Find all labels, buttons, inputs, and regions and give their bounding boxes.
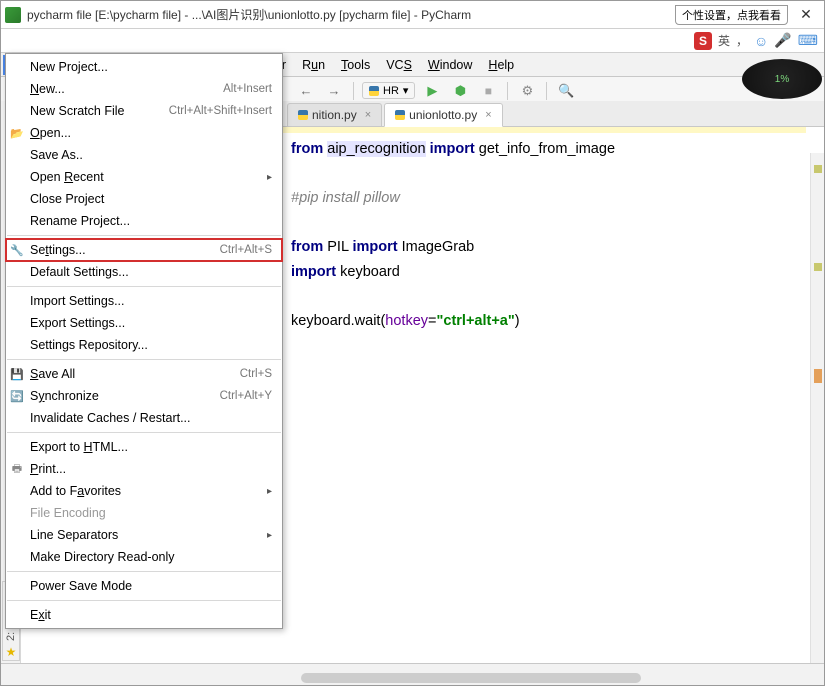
close-button[interactable]: ✕ xyxy=(792,5,820,25)
stop-button[interactable]: ■ xyxy=(477,80,499,102)
pycharm-icon xyxy=(5,7,21,23)
menu-help[interactable]: Help xyxy=(480,55,522,75)
mic-icon[interactable]: 🎤 xyxy=(774,32,791,49)
print-icon: 🖶 xyxy=(10,460,24,479)
python-icon xyxy=(298,110,308,120)
menu-synchronize[interactable]: 🔄SynchronizeCtrl+Alt+Y xyxy=(6,385,282,407)
ime-tray: S 英 ， ☺ 🎤 ⌨ xyxy=(1,29,824,53)
tab-unionlotto[interactable]: unionlotto.py× xyxy=(384,103,503,127)
menu-export-settings[interactable]: Export Settings... xyxy=(6,312,282,334)
menu-save-all[interactable]: 💾Save AllCtrl+S xyxy=(6,363,282,385)
menu-file-encoding: File Encoding xyxy=(6,502,282,524)
menu-close-project[interactable]: Close Project xyxy=(6,188,282,210)
close-icon[interactable]: × xyxy=(485,109,491,121)
menu-exit[interactable]: Exit xyxy=(6,604,282,626)
ime-lang[interactable]: 英 xyxy=(718,32,730,49)
settings-gear-icon[interactable]: ⚙ xyxy=(516,80,538,102)
warning-marker[interactable] xyxy=(814,263,822,271)
menu-run[interactable]: Run xyxy=(294,55,333,75)
folder-open-icon: 📂 xyxy=(10,127,24,140)
run-button[interactable]: ▶ xyxy=(421,80,443,102)
marker-bar[interactable] xyxy=(810,153,824,663)
menu-tools[interactable]: Tools xyxy=(333,55,378,75)
nav-back-button[interactable]: ← xyxy=(295,80,317,102)
window-title: pycharm file [E:\pycharm file] - ...\AI图… xyxy=(27,6,675,23)
menu-import-settings[interactable]: Import Settings... xyxy=(6,290,282,312)
sogou-ime-icon[interactable]: S xyxy=(694,32,712,50)
debug-button[interactable]: ⬢ xyxy=(449,80,471,102)
menu-print[interactable]: 🖶Print... xyxy=(6,458,282,480)
menu-export-html[interactable]: Export to HTML... xyxy=(6,436,282,458)
python-icon xyxy=(395,110,405,120)
menu-open-recent[interactable]: Open Recent▸ xyxy=(6,166,282,188)
search-icon[interactable]: 🔍 xyxy=(555,80,577,102)
menu-new-scratch[interactable]: New Scratch FileCtrl+Alt+Shift+Insert xyxy=(6,100,282,122)
save-icon: 💾 xyxy=(10,368,24,381)
chevron-down-icon: ▾ xyxy=(403,84,409,97)
menu-vcs[interactable]: VCS xyxy=(378,55,420,75)
run-config-name: HR xyxy=(383,85,399,97)
python-icon xyxy=(369,86,379,96)
menu-new-project[interactable]: New Project... xyxy=(6,56,282,78)
keyboard-icon[interactable]: ⌨ xyxy=(798,32,818,49)
menu-add-favorites[interactable]: Add to Favorites▸ xyxy=(6,480,282,502)
ime-comma[interactable]: ， xyxy=(736,32,748,49)
warning-marker[interactable] xyxy=(814,369,822,383)
menu-settings[interactable]: 🔧Settings...Ctrl+Alt+S xyxy=(6,239,282,261)
smile-icon[interactable]: ☺ xyxy=(754,33,768,49)
sync-icon: 🔄 xyxy=(10,390,24,403)
menu-invalidate-caches[interactable]: Invalidate Caches / Restart... xyxy=(6,407,282,429)
menu-new[interactable]: New...Alt+Insert xyxy=(6,78,282,100)
menu-rename-project[interactable]: Rename Project... xyxy=(6,210,282,232)
menu-power-save[interactable]: Power Save Mode xyxy=(6,575,282,597)
file-menu-dropdown: New Project... New...Alt+Insert New Scra… xyxy=(5,53,283,629)
menu-make-readonly[interactable]: Make Directory Read-only xyxy=(6,546,282,568)
indexing-badge[interactable]: 1% xyxy=(742,59,822,99)
title-bar: pycharm file [E:\pycharm file] - ...\AI图… xyxy=(1,1,824,29)
menu-window[interactable]: Window xyxy=(420,55,480,75)
menu-open[interactable]: 📂Open... xyxy=(6,122,282,144)
run-config-selector[interactable]: HR ▾ xyxy=(362,82,415,99)
horizontal-scrollbar[interactable] xyxy=(301,673,641,683)
wrench-icon: 🔧 xyxy=(10,244,24,257)
menu-line-separators[interactable]: Line Separators▸ xyxy=(6,524,282,546)
close-icon[interactable]: × xyxy=(365,109,371,121)
status-bar xyxy=(1,663,824,685)
menu-default-settings[interactable]: Default Settings... xyxy=(6,261,282,283)
menu-save-as[interactable]: Save As.. xyxy=(6,144,282,166)
star-icon: ★ xyxy=(4,645,18,659)
nav-forward-button[interactable]: → xyxy=(323,80,345,102)
menu-settings-repo[interactable]: Settings Repository... xyxy=(6,334,282,356)
warning-marker[interactable] xyxy=(814,165,822,173)
tab-nition[interactable]: nition.py× xyxy=(287,103,382,126)
tip-popup[interactable]: 个性设置，点我看看 xyxy=(675,5,788,25)
